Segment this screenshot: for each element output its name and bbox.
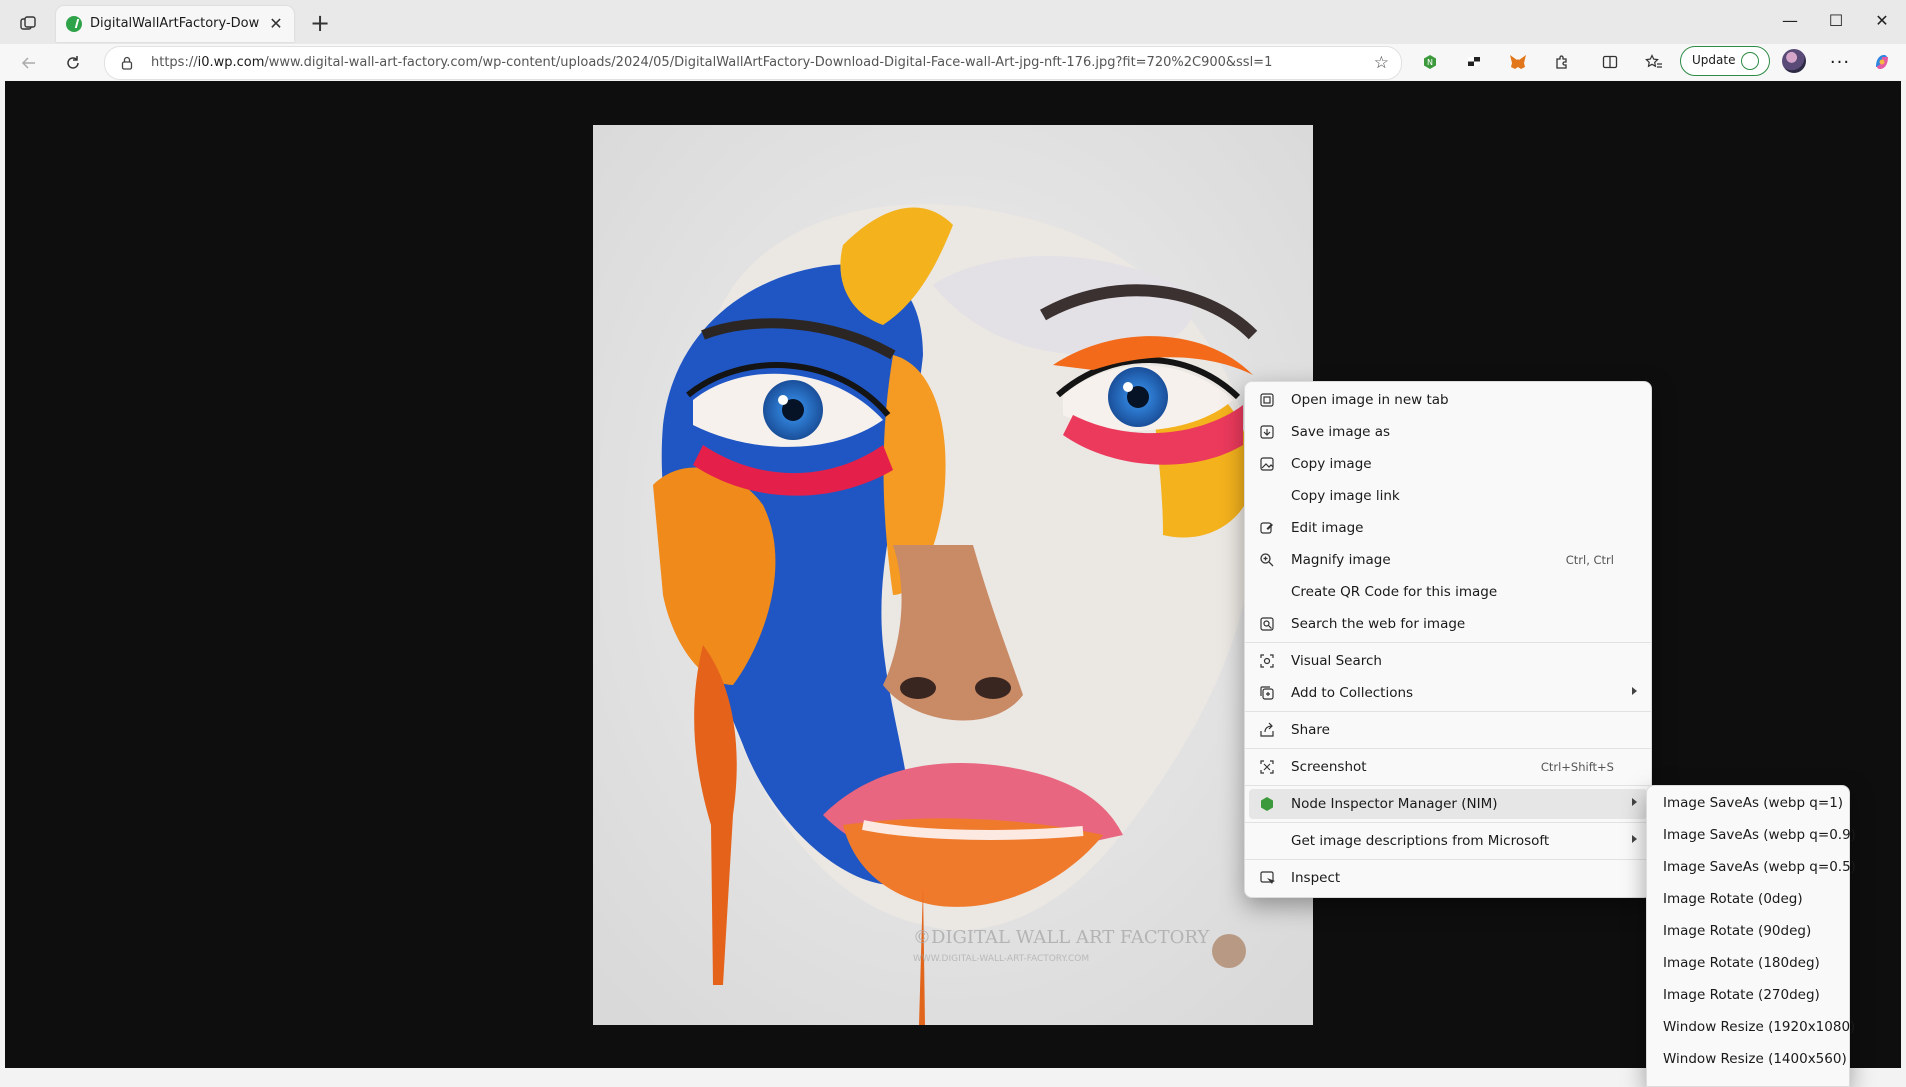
- menu-separator: [1245, 822, 1651, 823]
- copy-image-icon: [1259, 456, 1275, 472]
- submenu-rotate-0[interactable]: Image Rotate (0deg): [1651, 884, 1845, 914]
- image-context-menu: Open image in new tab Save image as Copy…: [1244, 381, 1652, 898]
- menu-share[interactable]: Share: [1249, 715, 1647, 745]
- copilot-icon[interactable]: [1870, 50, 1894, 74]
- tab-title: DigitalWallArtFactory-Download-: [90, 16, 260, 31]
- menu-search-web-for-image[interactable]: Search the web for image: [1249, 609, 1647, 639]
- menu-copy-image-link[interactable]: Copy image link: [1249, 481, 1647, 511]
- menu-add-to-collections[interactable]: Add to Collections: [1249, 678, 1647, 708]
- profile-avatar[interactable]: [1782, 49, 1806, 73]
- lock-icon[interactable]: [121, 56, 133, 70]
- refresh-button[interactable]: [58, 48, 88, 78]
- window-close-button[interactable]: ✕: [1862, 8, 1902, 34]
- submenu-resize-1920x1080[interactable]: Window Resize (1920x1080): [1651, 1012, 1855, 1042]
- screenshot-icon: [1259, 759, 1275, 775]
- submenu-rotate-180[interactable]: Image Rotate (180deg): [1651, 948, 1845, 978]
- menu-separator: [1245, 859, 1651, 860]
- flag-extension-icon[interactable]: [1462, 50, 1486, 74]
- edit-image-icon: [1259, 520, 1275, 536]
- submenu-saveas-webp-q09[interactable]: Image SaveAs (webp q=0.9): [1651, 820, 1856, 850]
- collections-icon: [1259, 685, 1275, 701]
- update-button[interactable]: Update: [1680, 46, 1770, 76]
- submenu-arrow-icon: [1632, 798, 1637, 806]
- inspect-icon: [1259, 870, 1275, 886]
- tab-strip: DigitalWallArtFactory-Download- ✕ + — ☐ …: [0, 0, 1906, 48]
- submenu-saveas-webp-q1[interactable]: Image SaveAs (webp q=1): [1651, 788, 1845, 818]
- submenu-arrow-icon: [1632, 687, 1637, 695]
- browser-toolbar: https://i0.wp.com/www.digital-wall-art-f…: [0, 44, 1906, 80]
- minimize-button[interactable]: —: [1770, 8, 1810, 34]
- nim-submenu: Image SaveAs (webp q=1) Image SaveAs (we…: [1646, 785, 1856, 1087]
- back-arrow-icon: [21, 57, 35, 69]
- menu-visual-search[interactable]: Visual Search: [1249, 646, 1647, 676]
- maximize-button[interactable]: ☐: [1816, 8, 1856, 34]
- displayed-image[interactable]: ©DIGITAL WALL ART FACTORY WWW.DIGITAL-WA…: [593, 125, 1313, 1025]
- more-menu-icon[interactable]: ···: [1828, 50, 1852, 74]
- image-search-icon: [1259, 616, 1275, 632]
- nim-extension-icon: [1259, 796, 1275, 812]
- screenshot-shortcut: Ctrl+Shift+S: [1540, 760, 1614, 774]
- watermark-text: ©DIGITAL WALL ART FACTORY: [913, 927, 1210, 948]
- menu-node-inspector-manager[interactable]: Node Inspector Manager (NIM): [1249, 789, 1647, 819]
- menu-open-image-new-tab[interactable]: Open image in new tab: [1249, 385, 1647, 415]
- face-artwork-illustration: ©DIGITAL WALL ART FACTORY WWW.DIGITAL-WA…: [593, 125, 1313, 1025]
- favorites-icon[interactable]: [1642, 50, 1666, 74]
- menu-inspect[interactable]: Inspect: [1249, 863, 1647, 893]
- menu-copy-image[interactable]: Copy image: [1249, 449, 1647, 479]
- submenu-arrow-icon: [1632, 835, 1637, 843]
- new-tab-button[interactable]: +: [306, 10, 334, 38]
- favorite-star-icon[interactable]: ☆: [1374, 53, 1389, 73]
- metamask-fox-icon[interactable]: [1506, 50, 1530, 74]
- nim-extension-icon[interactable]: N: [1418, 50, 1442, 74]
- watermark-logo: [1212, 934, 1246, 968]
- refresh-icon: [67, 56, 79, 69]
- tab-close-icon[interactable]: ✕: [266, 14, 286, 34]
- submenu-rotate-270[interactable]: Image Rotate (270deg): [1651, 980, 1845, 1010]
- back-button[interactable]: [14, 48, 44, 78]
- open-new-tab-icon: [1259, 392, 1275, 408]
- menu-save-image-as[interactable]: Save image as: [1249, 417, 1647, 447]
- magnify-shortcut: Ctrl, Ctrl: [1565, 553, 1614, 567]
- svg-text:N: N: [1427, 58, 1433, 67]
- active-tab[interactable]: DigitalWallArtFactory-Download- ✕: [56, 6, 294, 42]
- menu-get-image-descriptions[interactable]: Get image descriptions from Microsoft: [1249, 826, 1647, 856]
- watermark-url: WWW.DIGITAL-WALL-ART-FACTORY.COM: [913, 954, 1089, 964]
- menu-edit-image[interactable]: Edit image: [1249, 513, 1647, 543]
- menu-create-qr-code[interactable]: Create QR Code for this image: [1249, 577, 1647, 607]
- submenu-resize-1400x560[interactable]: Window Resize (1400x560): [1651, 1044, 1847, 1074]
- update-label: Update: [1692, 53, 1736, 67]
- menu-separator: [1245, 711, 1651, 712]
- menu-separator: [1245, 785, 1651, 786]
- menu-separator: [1245, 748, 1651, 749]
- site-favicon-icon: [66, 16, 82, 32]
- menu-screenshot[interactable]: Screenshot Ctrl+Shift+S: [1249, 752, 1647, 782]
- address-bar[interactable]: https://i0.wp.com/www.digital-wall-art-f…: [104, 46, 1402, 80]
- visual-search-icon: [1259, 653, 1275, 669]
- split-screen-icon[interactable]: [1598, 50, 1622, 74]
- save-image-icon: [1259, 424, 1275, 440]
- extensions-puzzle-icon[interactable]: [1550, 50, 1574, 74]
- workspaces-icon[interactable]: [14, 12, 42, 36]
- update-status-icon: [1741, 52, 1759, 70]
- menu-magnify-image[interactable]: Magnify image Ctrl, Ctrl: [1249, 545, 1647, 575]
- submenu-saveas-webp-q05[interactable]: Image SaveAs (webp q=0.5): [1651, 852, 1856, 882]
- share-icon: [1259, 722, 1275, 738]
- magnify-icon: [1259, 552, 1275, 568]
- menu-separator: [1245, 642, 1651, 643]
- submenu-rotate-90[interactable]: Image Rotate (90deg): [1651, 916, 1845, 946]
- url-text[interactable]: https://i0.wp.com/www.digital-wall-art-f…: [151, 55, 1272, 70]
